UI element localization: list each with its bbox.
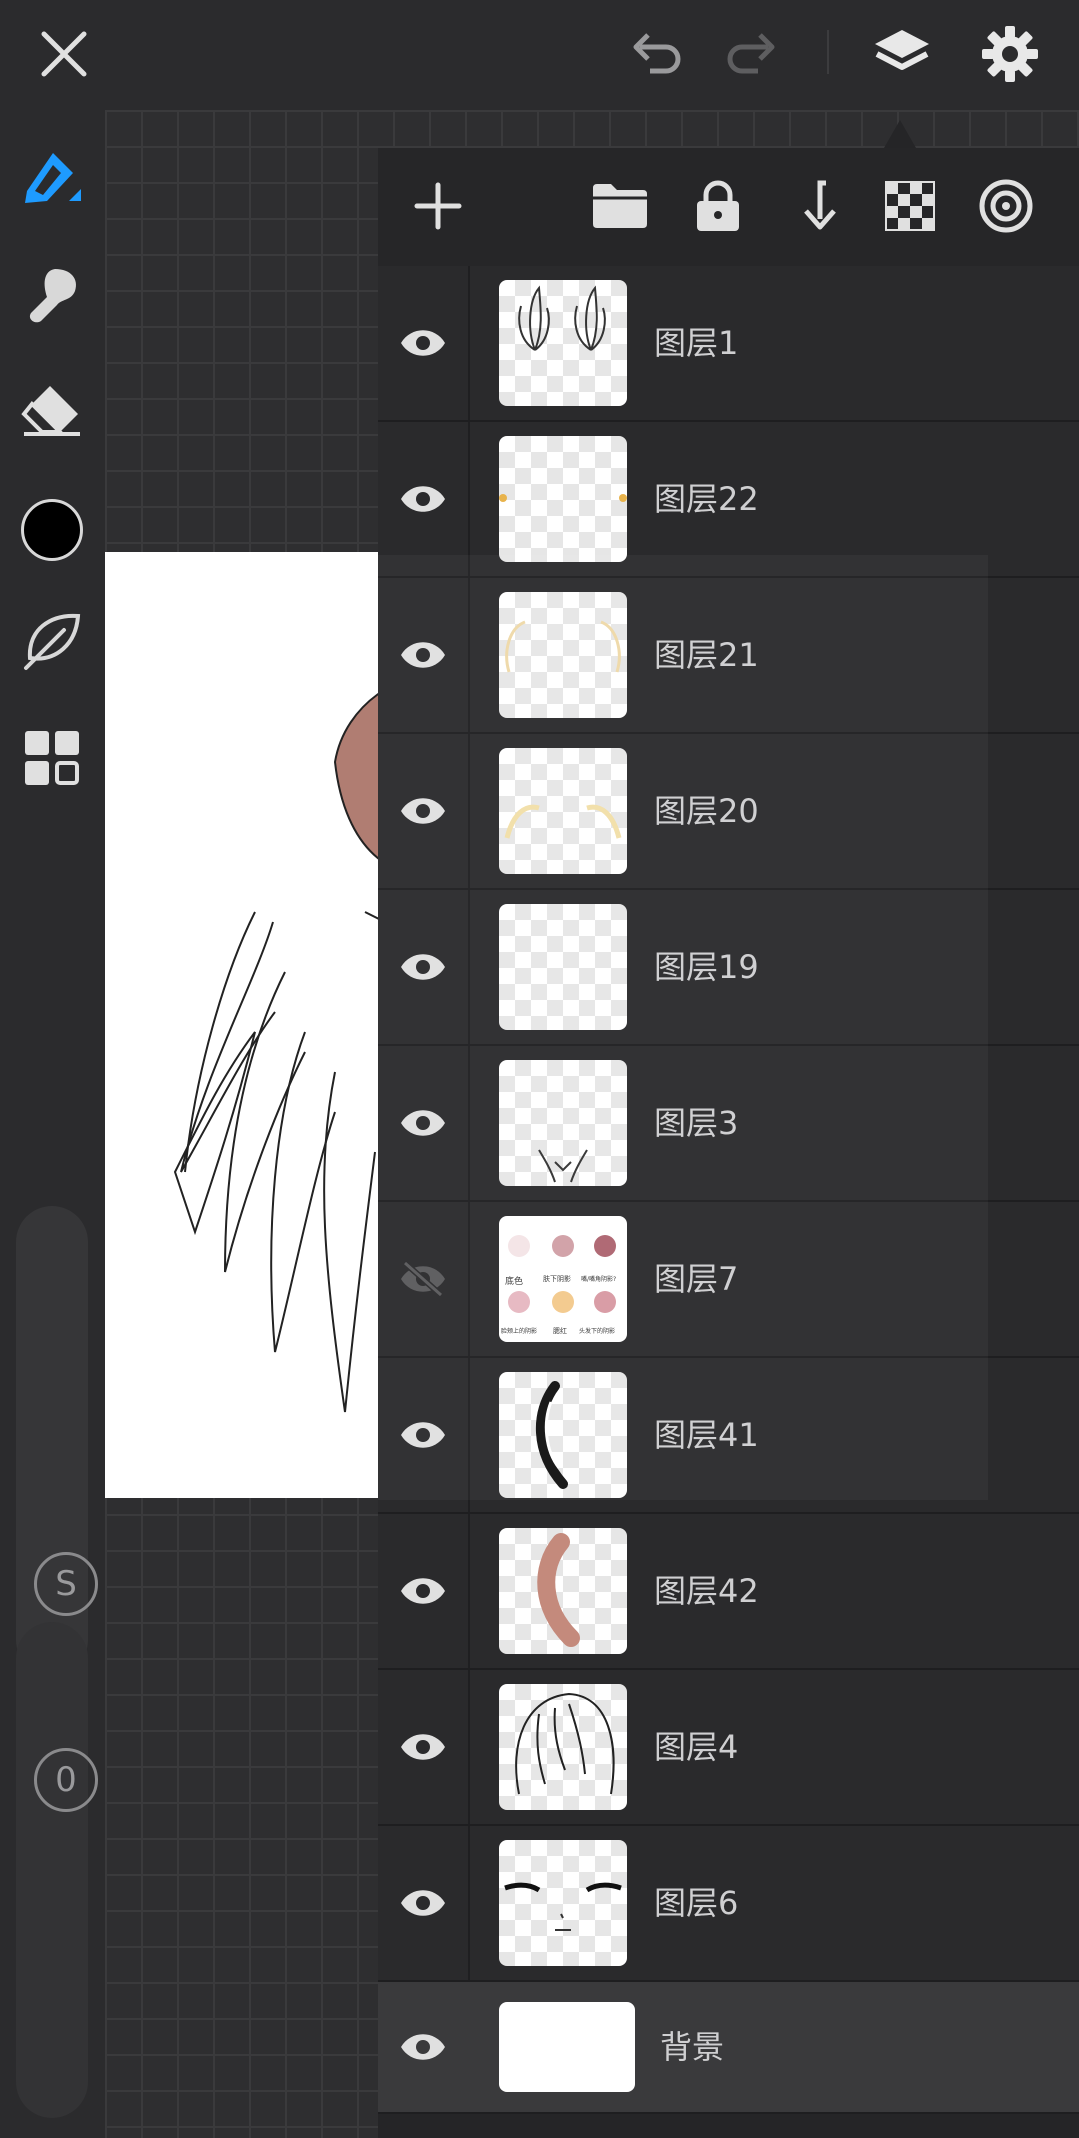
layer-thumbnail [499,1528,627,1654]
eye-icon [401,330,445,356]
layer-name: 图层4 [654,1728,739,1766]
layer-name: 图层22 [654,480,759,518]
visibility-toggle[interactable] [378,1358,470,1512]
leaf-brush-icon[interactable] [14,604,90,680]
merge-down-icon[interactable] [778,170,850,242]
layer-name: 图层41 [654,1416,759,1454]
layer-name: 图层19 [654,948,759,986]
visibility-toggle[interactable] [378,1826,470,1980]
layer-row[interactable]: 图层21 [378,578,1079,734]
panel-caret [884,120,916,148]
opacity-indicator: 0 [34,1748,98,1812]
lock-icon[interactable] [682,170,754,242]
eye-icon [401,1422,445,1448]
opacity-slider[interactable]: 0 [16,1622,98,2118]
eye-icon [401,2034,445,2060]
add-layer-icon[interactable] [402,170,474,242]
visibility-toggle[interactable] [378,734,470,888]
eye-icon [401,486,445,512]
color-picker[interactable] [14,492,90,568]
layer-thumbnail [499,748,627,874]
layer-thumbnail [499,280,627,406]
layer-row-selected[interactable]: 背景 [378,1982,1079,2114]
eye-icon [401,1110,445,1136]
layer-name: 背景 [660,2028,725,2066]
smudge-tool-icon[interactable] [14,258,90,334]
layers-panel: 图层1 图层22 图层21 图层20 图层19 图层3 底色 肤下阴影 嘴/嘴角… [378,148,1079,2138]
visibility-toggle[interactable] [378,266,470,420]
swatch-label: 底色 [505,1277,524,1287]
eye-icon [401,1734,445,1760]
layer-row[interactable]: 图层3 [378,1046,1079,1202]
pen-tool-icon[interactable] [14,142,90,218]
layer-name: 图层6 [654,1884,739,1922]
layer-row[interactable]: 图层4 [378,1670,1079,1826]
layer-name: 图层1 [654,324,739,362]
layer-row[interactable]: 图层1 [378,266,1079,422]
close-icon[interactable] [28,18,100,90]
layer-thumbnail [499,1840,627,1966]
swatch-label: 肤下阴影 [543,1275,571,1283]
brush-size-slider[interactable]: S [16,1206,98,1676]
layer-row[interactable]: 图层42 [378,1514,1079,1670]
visibility-toggle[interactable] [378,1046,470,1200]
redo-icon[interactable] [716,18,788,90]
layer-thumbnail [499,1684,627,1810]
layers-icon[interactable] [866,18,938,90]
layer-thumbnail [499,904,627,1030]
folder-icon[interactable] [584,170,656,242]
undo-icon[interactable] [620,18,692,90]
layer-row[interactable]: 图层41 [378,1358,1079,1514]
layer-row[interactable]: 图层22 [378,422,1079,578]
blend-mode-icon[interactable] [970,170,1042,242]
layer-name: 图层21 [654,636,759,674]
visibility-toggle[interactable] [378,1982,468,2112]
visibility-toggle[interactable] [378,890,470,1044]
layer-name: 图层3 [654,1104,739,1142]
size-indicator: S [34,1552,98,1616]
toolbar-divider [827,30,829,74]
eye-icon [401,798,445,824]
gallery-grid-icon[interactable] [14,720,90,796]
swatch-label: 头发下的阴影 [579,1328,616,1335]
swatch-label: 脸颊上的阴影 [501,1328,538,1335]
eye-icon [401,642,445,668]
layer-row[interactable]: 图层19 [378,890,1079,1046]
visibility-toggle[interactable] [378,578,470,732]
eye-icon [401,1890,445,1916]
layer-row[interactable]: 图层20 [378,734,1079,890]
eraser-icon[interactable] [14,372,90,448]
layer-thumbnail [499,436,627,562]
visibility-toggle[interactable] [378,1514,470,1668]
eye-icon [401,1578,445,1604]
layer-name: 图层20 [654,792,759,830]
transparency-icon[interactable] [874,170,946,242]
visibility-toggle[interactable] [378,1202,470,1356]
swatch-label: 腮红 [553,1327,567,1335]
eye-icon [401,954,445,980]
left-toolbar: S 0 [0,110,105,2138]
swatch-label: 嘴/嘴角阴影? [581,1276,617,1283]
visibility-toggle[interactable] [378,1670,470,1824]
layer-thumbnail [499,1060,627,1186]
layer-thumbnail [499,1372,627,1498]
layers-toolbar [378,148,1079,268]
top-bar [0,0,1079,110]
layer-row[interactable]: 图层6 [378,1826,1079,1982]
layer-thumbnail [499,2002,635,2092]
layer-thumbnail: 底色 肤下阴影 嘴/嘴角阴影? 脸颊上的阴影 腮红 头发下的阴影 [499,1216,627,1342]
layer-thumbnail [499,592,627,718]
layer-name: 图层7 [654,1260,739,1298]
layer-name: 图层42 [654,1572,759,1610]
layer-row[interactable]: 底色 肤下阴影 嘴/嘴角阴影? 脸颊上的阴影 腮红 头发下的阴影 图层7 [378,1202,1079,1358]
eye-hidden-icon [401,1260,445,1298]
visibility-toggle[interactable] [378,422,470,576]
gear-icon[interactable] [974,18,1046,90]
